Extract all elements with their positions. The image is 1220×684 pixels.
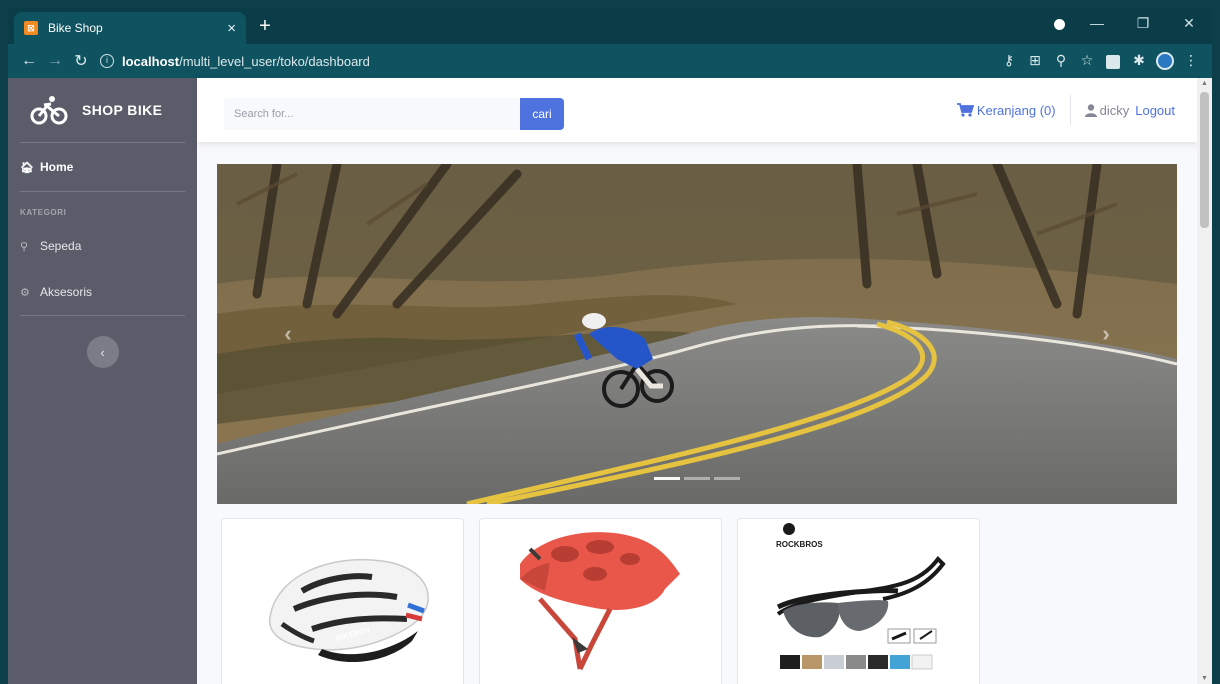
accessories-icon: ⚙ bbox=[20, 286, 30, 299]
back-icon[interactable]: ← bbox=[16, 52, 42, 70]
url-host: localhost bbox=[122, 53, 180, 69]
address-field[interactable]: i localhost/multi_level_user/toko/dashbo… bbox=[100, 54, 996, 69]
sidebar-item-label: Home bbox=[40, 160, 74, 174]
close-window-icon[interactable]: ✕ bbox=[1166, 15, 1212, 32]
hero-carousel[interactable]: ‹ › bbox=[217, 164, 1177, 504]
carousel-indicators bbox=[217, 477, 1177, 480]
zoom-icon[interactable]: ⚲ bbox=[1048, 52, 1074, 69]
home-icon: 🏠︎ bbox=[20, 161, 34, 174]
sidebar-item-sepeda[interactable]: ⚲ Sepeda bbox=[8, 223, 197, 269]
search-input[interactable] bbox=[224, 98, 520, 130]
search-button[interactable]: cari bbox=[520, 98, 564, 130]
product-card[interactable] bbox=[479, 518, 722, 684]
white-helmet-image: BIKEBOY bbox=[268, 558, 429, 663]
site-info-icon[interactable]: i bbox=[100, 54, 114, 68]
bicycle-icon: ⚲ bbox=[20, 240, 29, 253]
page: SHOP BIKE 🏠︎ Home KATEGORI ⚲ Sepeda ⚙ Ak… bbox=[8, 78, 1212, 684]
scroll-down-icon[interactable]: ▼ bbox=[1201, 675, 1208, 682]
browser-tab-bar: ⊠ Bike Shop × + — ❐ ✕ bbox=[8, 8, 1212, 44]
user-icon bbox=[1084, 103, 1097, 117]
rockbros-logo-text: ROCKBROS bbox=[776, 540, 823, 549]
carousel-indicator[interactable] bbox=[654, 477, 680, 480]
carousel-slide-image bbox=[217, 164, 1177, 504]
url-path: /multi_level_user/toko/dashboard bbox=[179, 53, 370, 69]
carousel-indicator[interactable] bbox=[684, 477, 710, 480]
profile-dot-icon[interactable] bbox=[1044, 15, 1074, 31]
sidebar: SHOP BIKE 🏠︎ Home KATEGORI ⚲ Sepeda ⚙ Ak… bbox=[8, 78, 197, 684]
product-card[interactable]: BIKEBOY bbox=[221, 518, 464, 684]
topbar: cari Keranjang (0) bbox=[197, 78, 1197, 142]
sidebar-heading: KATEGORI bbox=[20, 208, 67, 217]
topbar-divider bbox=[1069, 95, 1071, 125]
search-form: cari bbox=[224, 98, 564, 130]
bicycle-logo-icon bbox=[30, 96, 68, 125]
scrollbar-thumb[interactable] bbox=[1200, 92, 1209, 228]
forward-icon[interactable]: → bbox=[42, 52, 68, 70]
sidebar-item-label: Sepeda bbox=[40, 239, 82, 253]
extension-square-icon[interactable] bbox=[1100, 53, 1126, 70]
key-icon[interactable]: ⚷ bbox=[996, 52, 1022, 69]
cart-link[interactable]: Keranjang (0) bbox=[956, 102, 1056, 118]
carousel-indicator[interactable] bbox=[714, 477, 740, 480]
carousel-prev-button[interactable]: ‹ bbox=[273, 314, 303, 354]
menu-kebab-icon[interactable]: ⋮ bbox=[1178, 52, 1204, 69]
minimize-icon[interactable]: — bbox=[1074, 15, 1120, 31]
chevron-left-icon: ‹ bbox=[100, 344, 105, 360]
reload-icon[interactable]: ↻ bbox=[68, 51, 94, 71]
new-tab-button[interactable]: + bbox=[252, 13, 278, 39]
xampp-favicon-icon: ⊠ bbox=[24, 21, 38, 35]
browser-toolbar: ← → ↻ i localhost/multi_level_user/toko/… bbox=[8, 44, 1212, 78]
profile-avatar-icon[interactable] bbox=[1152, 52, 1178, 71]
sunglasses-image: ROCKBROS bbox=[776, 523, 946, 670]
tab-title: Bike Shop bbox=[48, 21, 103, 35]
topbar-right: Keranjang (0) dicky Logout bbox=[956, 78, 1175, 142]
sidebar-divider bbox=[20, 315, 185, 316]
restore-icon[interactable]: ❐ bbox=[1120, 15, 1166, 32]
scroll-up-icon[interactable]: ▲ bbox=[1201, 80, 1208, 87]
shopping-cart-icon bbox=[956, 103, 974, 117]
page-scrollbar[interactable]: ▲ ▼ bbox=[1197, 78, 1212, 684]
tab-close-icon[interactable]: × bbox=[227, 20, 236, 37]
product-grid: BIKEBOY ROCKBROS bbox=[221, 518, 980, 684]
star-icon[interactable]: ☆ bbox=[1074, 52, 1100, 69]
window-controls: — ❐ ✕ bbox=[1044, 8, 1212, 38]
red-helmet-image bbox=[520, 532, 680, 671]
user-name: dicky bbox=[1099, 102, 1130, 118]
content-area: cari Keranjang (0) bbox=[197, 78, 1212, 684]
sidebar-toggle-button[interactable]: ‹ bbox=[86, 336, 119, 368]
sidebar-item-label: Aksesoris bbox=[40, 285, 93, 299]
cart-label: Keranjang (0) bbox=[976, 102, 1056, 118]
carousel-next-button[interactable]: › bbox=[1091, 314, 1121, 354]
sidebar-item-home[interactable]: 🏠︎ Home bbox=[8, 143, 197, 191]
brand-name: SHOP BIKE bbox=[82, 102, 163, 118]
puzzle-icon[interactable]: ✱ bbox=[1126, 52, 1152, 69]
sidebar-brand[interactable]: SHOP BIKE bbox=[8, 78, 197, 142]
sidebar-item-aksesoris[interactable]: ⚙ Aksesoris bbox=[8, 269, 197, 315]
toolbar-icons: ⚷ ⊞ ⚲ ☆ ✱ ⋮ bbox=[996, 52, 1204, 71]
browser-tab[interactable]: ⊠ Bike Shop × bbox=[14, 12, 246, 44]
translate-icon[interactable]: ⊞ bbox=[1022, 52, 1048, 69]
user-info[interactable]: dicky bbox=[1084, 102, 1130, 118]
product-card[interactable]: ROCKBROS bbox=[737, 518, 980, 684]
browser-window: ⊠ Bike Shop × + — ❐ ✕ ← → ↻ i localhost /… bbox=[8, 8, 1212, 684]
logout-link[interactable]: Logout bbox=[1135, 103, 1175, 118]
